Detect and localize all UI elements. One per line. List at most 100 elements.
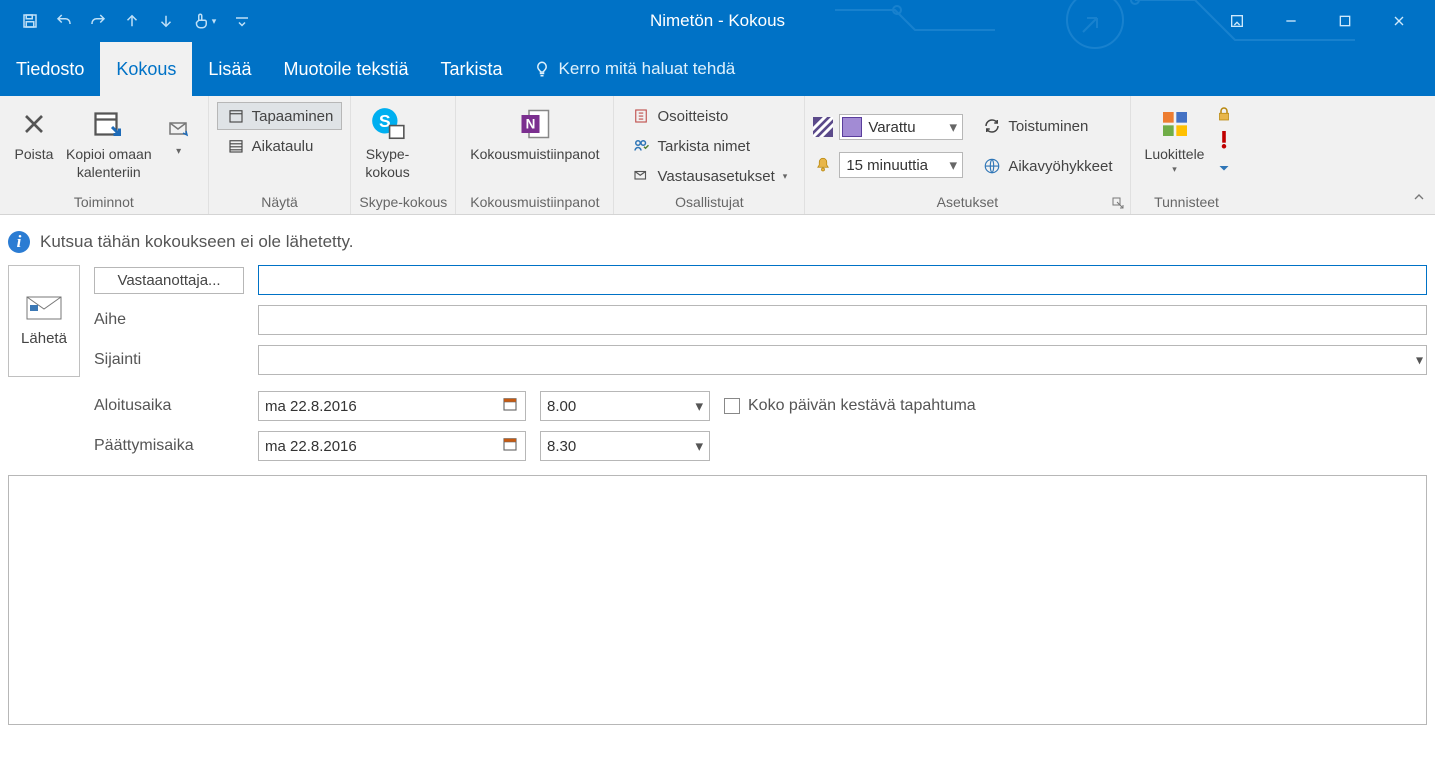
group-label-notes: Kokousmuistiinpanot xyxy=(464,192,605,214)
categorize-button[interactable]: Luokittele ▾ xyxy=(1139,100,1211,179)
end-time-label: Päättymisaika xyxy=(94,437,244,455)
check-names-label: Tarkista nimet xyxy=(657,138,750,155)
to-button[interactable]: Vastaanottaja... xyxy=(94,267,244,294)
check-names-button[interactable]: Tarkista nimet xyxy=(622,132,796,160)
lightbulb-icon xyxy=(533,60,551,78)
location-input[interactable] xyxy=(258,345,1427,375)
start-date-input[interactable]: ma 22.8.2016 xyxy=(258,391,526,421)
customize-qat-icon[interactable] xyxy=(230,9,254,33)
copy-to-calendar-label: Kopioi omaan kalenteriin xyxy=(66,146,152,181)
address-book-button[interactable]: Osoitteisto xyxy=(622,102,796,130)
close-icon[interactable] xyxy=(1381,7,1417,35)
ribbon-group-show: Tapaaminen Aikataulu Näytä xyxy=(209,96,352,214)
end-date-value: ma 22.8.2016 xyxy=(265,438,357,455)
tell-me-placeholder: Kerro mitä haluat tehdä xyxy=(559,59,736,79)
group-label-show: Näytä xyxy=(217,192,343,214)
start-time-input[interactable]: 8.00 ▾ xyxy=(540,391,710,421)
show-as-combo[interactable]: Varattu ▾ xyxy=(839,114,963,140)
skype-meeting-button[interactable]: S Skype- kokous xyxy=(359,100,415,185)
show-as-value: Varattu xyxy=(862,119,944,136)
send-label: Lähetä xyxy=(21,330,67,347)
delete-label: Poista xyxy=(15,146,54,164)
all-day-checkbox[interactable]: Koko päivän kestävä tapahtuma xyxy=(724,397,976,415)
send-button[interactable]: Lähetä xyxy=(8,265,80,377)
delete-icon xyxy=(14,104,54,144)
svg-text:N: N xyxy=(526,117,536,132)
reminder-value: 15 minuuttia xyxy=(840,157,944,174)
to-input[interactable] xyxy=(258,265,1427,295)
ribbon-group-attendees: Osoitteisto Tarkista nimet Vastausasetuk… xyxy=(614,96,805,214)
calendar-picker-icon[interactable] xyxy=(501,435,519,457)
chevron-down-icon[interactable]: ▾ xyxy=(695,437,703,455)
appointment-icon xyxy=(226,106,246,126)
reminder-combo[interactable]: 15 minuuttia ▾ xyxy=(839,152,963,178)
skype-icon: S xyxy=(368,104,408,144)
ribbon-group-options: Varattu ▾ 15 minuuttia ▾ xyxy=(805,96,1130,214)
high-importance-icon[interactable] xyxy=(1214,130,1234,150)
response-options-label: Vastausasetukset xyxy=(657,168,774,185)
response-options-icon xyxy=(631,166,651,186)
tab-file[interactable]: Tiedosto xyxy=(0,42,100,96)
options-dialog-launcher-icon[interactable] xyxy=(1112,196,1126,210)
categorize-icon xyxy=(1155,104,1195,144)
info-icon: i xyxy=(8,231,30,253)
end-time-value: 8.30 xyxy=(547,438,576,455)
globe-icon xyxy=(982,156,1002,176)
subject-input[interactable] xyxy=(258,305,1427,335)
response-options-button[interactable]: Vastausasetukset ▾ xyxy=(622,162,796,190)
redo-icon[interactable] xyxy=(86,9,110,33)
group-label-options: Asetukset xyxy=(813,192,1121,214)
private-lock-icon[interactable] xyxy=(1214,104,1234,124)
delete-button[interactable]: Poista xyxy=(8,100,60,168)
checkbox-box xyxy=(724,398,740,414)
chevron-down-icon: ▾ xyxy=(944,118,962,136)
chevron-down-icon: ▾ xyxy=(944,156,962,174)
scheduling-label: Aikataulu xyxy=(252,138,314,155)
end-time-input[interactable]: 8.30 ▾ xyxy=(540,431,710,461)
time-zones-button[interactable]: Aikavyöhykkeet xyxy=(973,152,1121,180)
forward-split-button[interactable]: ▾ xyxy=(158,100,200,163)
copy-to-calendar-button[interactable]: Kopioi omaan kalenteriin xyxy=(60,100,158,185)
recurrence-icon xyxy=(982,116,1002,136)
info-bar: i Kutsua tähän kokoukseen ei ole lähetet… xyxy=(0,215,1435,263)
calendar-copy-icon xyxy=(89,104,129,144)
appointment-label: Tapaaminen xyxy=(252,108,334,125)
end-date-input[interactable]: ma 22.8.2016 xyxy=(258,431,526,461)
group-label-skype: Skype-kokous xyxy=(359,192,447,214)
categorize-label: Luokittele xyxy=(1145,146,1205,164)
start-time-label: Aloitusaika xyxy=(94,397,244,415)
info-message: Kutsua tähän kokoukseen ei ole lähetetty… xyxy=(40,232,353,252)
recurrence-button[interactable]: Toistuminen xyxy=(973,112,1121,140)
low-importance-icon[interactable] xyxy=(1214,156,1234,176)
undo-icon[interactable] xyxy=(52,9,76,33)
ribbon-group-actions: Poista Kopioi omaan kalenteriin ▾ Toimin… xyxy=(0,96,209,214)
tab-review[interactable]: Tarkista xyxy=(425,42,519,96)
down-arrow-icon[interactable] xyxy=(154,9,178,33)
chevron-down-icon[interactable]: ▾ xyxy=(695,397,703,415)
tell-me-search[interactable]: Kerro mitä haluat tehdä xyxy=(519,42,750,96)
address-book-label: Osoitteisto xyxy=(657,108,728,125)
save-icon[interactable] xyxy=(18,9,42,33)
subject-label: Aihe xyxy=(94,311,244,329)
group-label-actions: Toiminnot xyxy=(8,192,200,214)
up-arrow-icon[interactable] xyxy=(120,9,144,33)
start-date-value: ma 22.8.2016 xyxy=(265,398,357,415)
touch-mode-icon[interactable]: ▾ xyxy=(188,9,220,33)
tab-format-text[interactable]: Muotoile tekstiä xyxy=(267,42,424,96)
show-as-icon xyxy=(813,117,833,137)
scheduling-button[interactable]: Aikataulu xyxy=(217,132,343,160)
meeting-body-editor[interactable] xyxy=(8,475,1427,725)
tab-insert[interactable]: Lisää xyxy=(192,42,267,96)
meeting-notes-label: Kokousmuistiinpanot xyxy=(470,146,599,164)
recurrence-label: Toistuminen xyxy=(1008,118,1088,135)
quick-access-toolbar: ▾ xyxy=(0,9,254,33)
all-day-label: Koko päivän kestävä tapahtuma xyxy=(748,397,976,415)
title-bar: ▾ Nimetön - Kokous xyxy=(0,0,1435,42)
meeting-notes-button[interactable]: N Kokousmuistiinpanot xyxy=(464,100,605,168)
reminder-bell-icon xyxy=(813,155,833,175)
tab-meeting[interactable]: Kokous xyxy=(100,42,192,96)
collapse-ribbon-icon[interactable] xyxy=(1411,189,1427,208)
location-dropdown-icon[interactable]: ▾ xyxy=(1416,352,1423,369)
calendar-picker-icon[interactable] xyxy=(501,395,519,417)
appointment-button[interactable]: Tapaaminen xyxy=(217,102,343,130)
